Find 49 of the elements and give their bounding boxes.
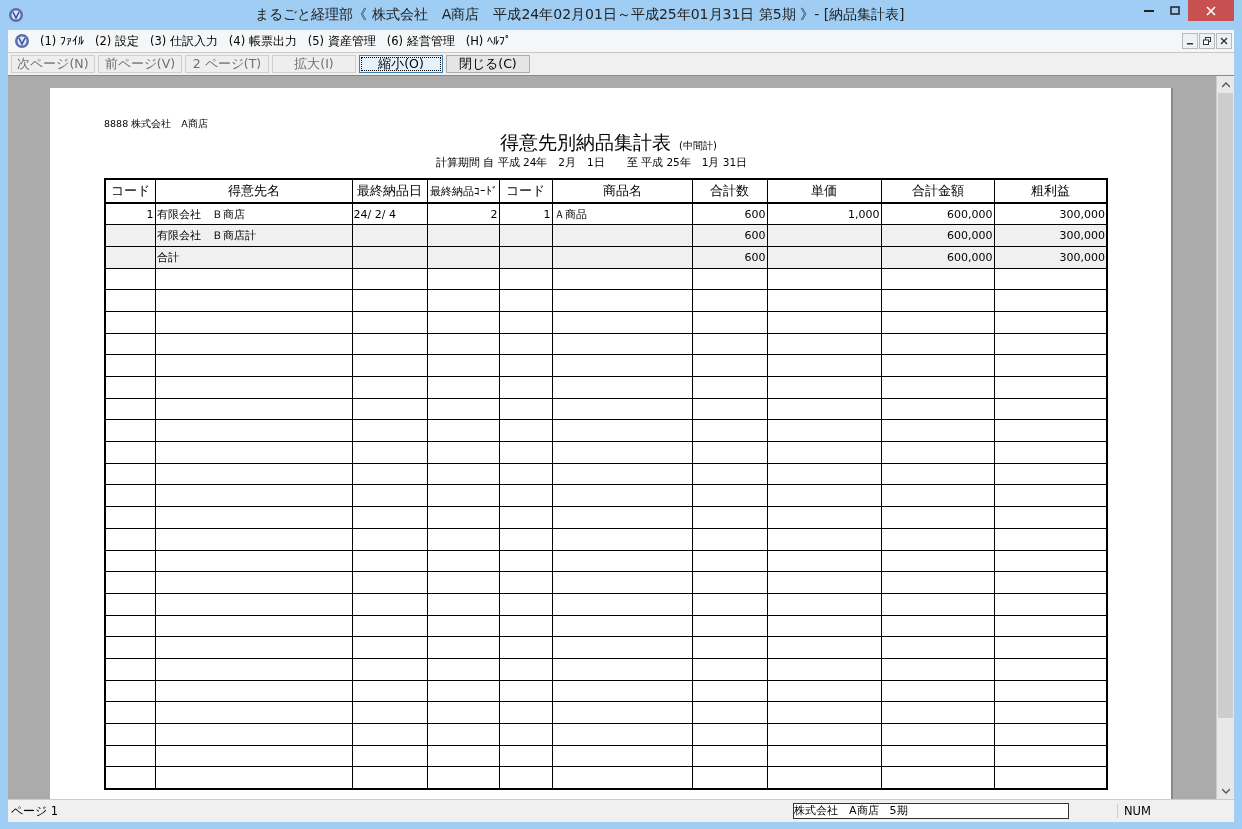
table-cell: 1	[105, 203, 155, 225]
column-header: 得意先名	[155, 179, 352, 203]
table-cell: Ａ商品	[552, 203, 692, 225]
num-lock-status: NUM	[1117, 804, 1184, 818]
menu-item[interactable]: (4) 帳票出力	[224, 33, 304, 49]
scrollbar-thumb[interactable]	[1218, 93, 1233, 718]
toolbar-button[interactable]: 閉じる(C)	[446, 55, 530, 73]
report-subtitle: (中間計)	[679, 139, 717, 153]
table-cell: 600	[692, 203, 767, 225]
menu-item[interactable]: (6) 経営管理	[382, 33, 462, 49]
app-logo-icon[interactable]	[14, 33, 30, 49]
period-text: 計算期間 自 平成 24年 2月 1日 至 平成 25年 1月 31日	[436, 156, 749, 170]
column-header: 合計金額	[881, 179, 994, 203]
column-header: 単価	[767, 179, 881, 203]
company-name: 8888 株式会社 A商店	[104, 118, 209, 130]
table-cell: 有限会社 Ｂ商店	[155, 203, 352, 225]
table-cell: 600,000	[881, 203, 994, 225]
company-status: 株式会社 A商店 5期	[793, 803, 1069, 819]
table-cell: 24/ 2/ 4	[352, 203, 427, 225]
menu-item[interactable]: (H) ﾍﾙﾌﾟ	[461, 33, 518, 49]
toolbar-button[interactable]: 縮小(O)	[359, 55, 443, 73]
restore-icon	[1203, 37, 1211, 45]
column-header: コード	[499, 179, 552, 203]
column-header: 最終納品ｺｰﾄﾞ	[427, 179, 499, 203]
close-icon	[1206, 5, 1216, 16]
table-cell: 1,000	[767, 203, 881, 225]
minimize-button[interactable]	[1182, 33, 1198, 49]
vertical-scrollbar[interactable]	[1216, 76, 1234, 799]
app-logo-icon	[8, 7, 24, 23]
menu-item[interactable]: (1) ﾌｧｲﾙ	[36, 33, 91, 49]
column-header: 商品名	[552, 179, 692, 203]
menu-item[interactable]: (3) 仕訳入力	[145, 33, 225, 49]
page-status: ページ 1	[10, 803, 59, 819]
column-header: 合計数	[692, 179, 767, 203]
minimize-icon	[1144, 9, 1154, 12]
menu-item[interactable]: (5) 資産管理	[303, 33, 383, 49]
table-cell: 1	[499, 203, 552, 225]
report-title: 得意先別納品集計表	[500, 130, 671, 155]
table-cell: 合計	[155, 246, 352, 269]
menu-item[interactable]: (2) 設定	[90, 33, 146, 49]
table-cell: 2	[427, 203, 499, 225]
restore-button[interactable]	[1199, 33, 1215, 49]
table-cell: 有限会社 Ｂ商店計	[155, 224, 352, 247]
close-button[interactable]	[1216, 33, 1232, 49]
column-header: コード	[105, 179, 155, 203]
column-header: 最終納品日	[352, 179, 427, 203]
close-icon	[1220, 37, 1228, 45]
window-title: まるごと経理部《 株式会社 A商店 平成24年02月01日～平成25年01月31日 第5期 》- [納品集計表]	[254, 6, 906, 24]
maximize-icon	[1170, 5, 1180, 16]
